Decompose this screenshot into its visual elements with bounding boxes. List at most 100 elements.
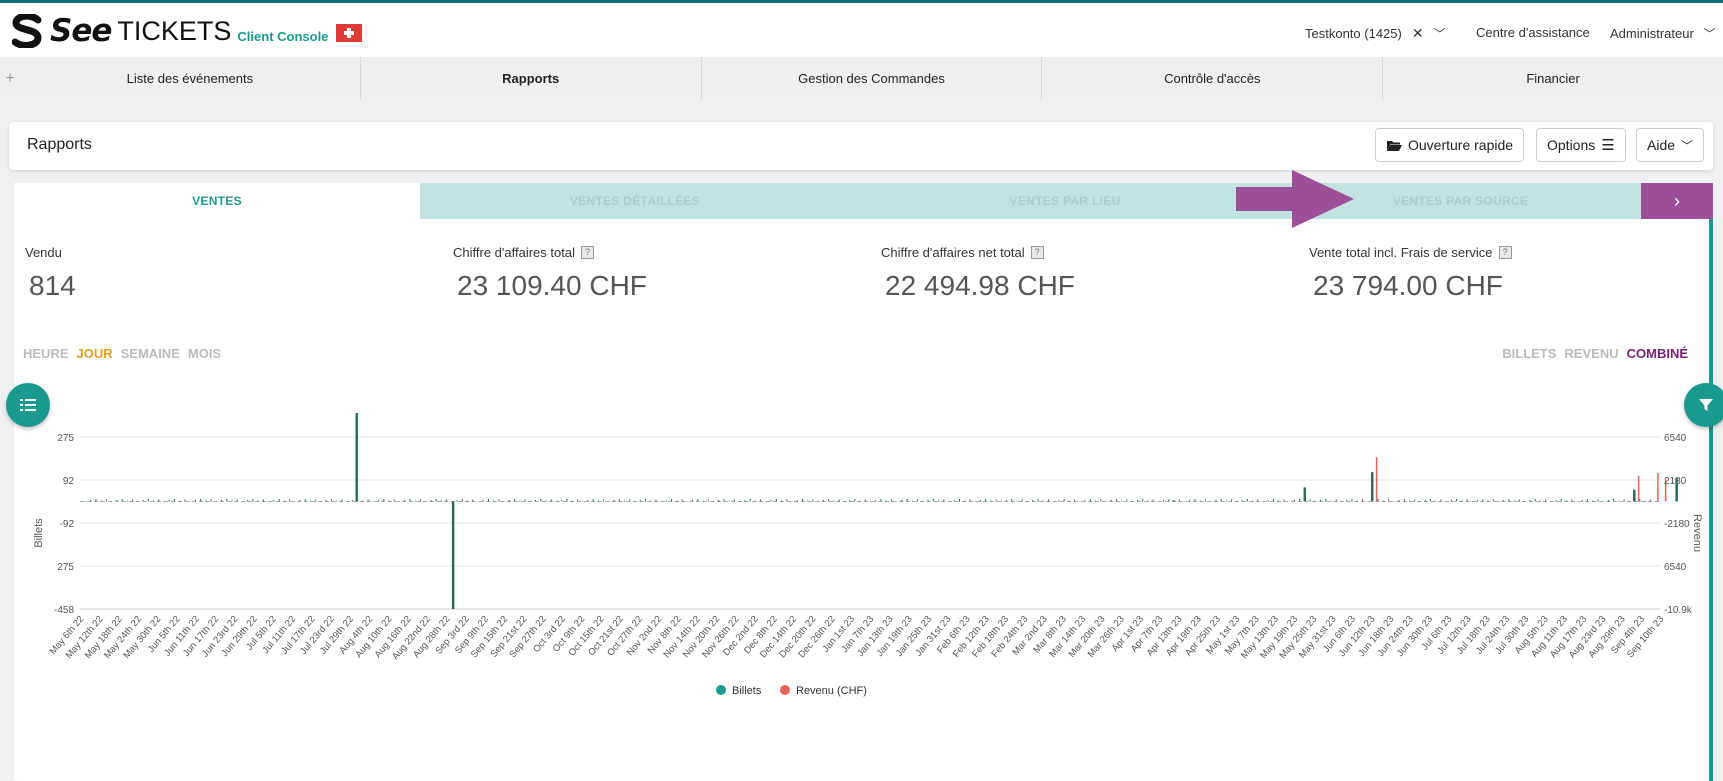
info-icon[interactable]: ?: [1030, 246, 1044, 259]
tickets-bar-small: [278, 499, 280, 502]
options-button[interactable]: Options ☰: [1536, 128, 1626, 162]
tickets-bar-small: [168, 500, 170, 502]
tickets-bar-small: [556, 501, 557, 502]
tickets-bar-small: [1586, 499, 1588, 502]
report-tabs: VENTES VENTES DÉTAILLÉES VENTES PAR LIEU…: [14, 183, 1713, 219]
filter-button[interactable]: [1684, 383, 1723, 427]
tickets-bar-small: [1592, 500, 1594, 502]
tickets-bar-small: [613, 500, 615, 502]
tickets-bar-small: [210, 499, 212, 502]
revenue-bar: [1375, 457, 1378, 502]
tickets-bar-small: [320, 501, 322, 502]
tickets-bar-small: [1576, 501, 1578, 502]
mode-tickets[interactable]: BILLETS: [1502, 346, 1556, 361]
tickets-bar-small: [990, 500, 992, 502]
y-tick-label: -92: [60, 519, 75, 530]
tickets-bar-small: [1639, 499, 1641, 502]
tickets-bar-small: [1361, 499, 1363, 502]
nav-item-reports[interactable]: Rapports: [361, 57, 702, 100]
tickets-bar-small: [1356, 500, 1358, 502]
admin-menu[interactable]: Administrateur ﹀: [1610, 25, 1715, 42]
tickets-bar-small: [1252, 500, 1254, 502]
tickets-bar-small: [1581, 500, 1583, 502]
account-selector[interactable]: Testkonto (1425) ✕ ﹀: [1305, 25, 1446, 42]
mode-combined[interactable]: COMBINÉ: [1627, 346, 1688, 361]
swiss-flag-icon: [336, 24, 363, 42]
tickets-bar-small: [1105, 501, 1107, 502]
quick-open-button[interactable]: Ouverture rapide: [1375, 128, 1525, 162]
tickets-bar-small: [1225, 500, 1227, 502]
folder-open-icon: [1387, 140, 1402, 151]
tickets-bar-small: [487, 499, 489, 502]
period-hour[interactable]: HEURE: [23, 346, 69, 361]
mode-selector: BILLETS REVENU COMBINÉ: [1502, 346, 1688, 361]
plus-icon[interactable]: +: [0, 57, 20, 100]
tickets-bar-small: [864, 499, 866, 502]
tickets-bar-small: [644, 499, 646, 502]
tickets-bar-small: [671, 499, 673, 502]
tickets-bar-small: [393, 499, 395, 502]
page-header: Rapports Ouverture rapide Options ☰ Aide…: [9, 122, 1713, 170]
tickets-bar-small: [116, 500, 118, 502]
logo[interactable]: See TICKETS Client Console: [12, 11, 363, 51]
tickets-bar-small: [1628, 501, 1630, 502]
tickets-bar-small: [226, 499, 228, 502]
tickets-bar-small: [979, 500, 981, 502]
tab-sales-by-venue[interactable]: VENTES PAR LIEU: [850, 183, 1280, 219]
legend-revenue-label[interactable]: Revenu (CHF): [796, 685, 867, 697]
close-icon[interactable]: ✕: [1412, 25, 1424, 42]
tickets-bar-small: [624, 500, 626, 502]
stat-sold: Vendu 814: [25, 245, 76, 302]
tickets-bar-small: [1157, 501, 1159, 502]
tickets-bar-small: [1487, 500, 1489, 502]
tickets-bar-small: [1168, 499, 1170, 502]
tickets-bar-small: [550, 499, 552, 502]
tickets-bar-small: [639, 500, 641, 502]
tickets-bar-small: [754, 500, 756, 502]
tickets-bar-small: [608, 501, 610, 502]
period-month[interactable]: MOIS: [188, 346, 221, 361]
tickets-bar-small: [1110, 500, 1112, 502]
revenue-bar: [1657, 472, 1659, 502]
help-button[interactable]: Aide ﹀: [1636, 128, 1705, 162]
nav-item-orders[interactable]: Gestion des Commandes: [702, 57, 1043, 100]
tab-sales[interactable]: VENTES: [14, 183, 420, 219]
tickets-bar-small: [173, 499, 175, 502]
help-center-link[interactable]: Centre d'assistance: [1476, 25, 1590, 40]
tickets-bar-small: [341, 499, 343, 502]
tickets-bar-small: [1053, 501, 1055, 502]
tickets-bar-small: [1571, 499, 1573, 502]
tickets-bar-small: [1377, 499, 1379, 502]
legend-tickets-label[interactable]: Billets: [732, 685, 762, 697]
tickets-bar-small: [273, 500, 275, 502]
period-day[interactable]: JOUR: [77, 346, 113, 361]
chevron-down-icon[interactable]: ﹀: [1434, 25, 1446, 42]
tickets-bar-small: [1136, 500, 1138, 502]
tickets-bar-small: [660, 501, 662, 502]
period-week[interactable]: SEMAINE: [121, 346, 180, 361]
tickets-bar: [1303, 487, 1307, 502]
info-icon[interactable]: ?: [1498, 246, 1512, 259]
list-menu-button[interactable]: [6, 383, 50, 427]
chevron-right-icon[interactable]: ›: [1641, 183, 1713, 219]
mode-revenue[interactable]: REVENU: [1564, 346, 1618, 361]
tickets-bar-small: [1545, 499, 1547, 502]
tickets-bar: [1633, 489, 1636, 502]
nav-item-financial[interactable]: Financier: [1383, 57, 1723, 100]
tab-detailed-sales[interactable]: VENTES DÉTAILLÉES: [420, 183, 850, 219]
tickets-bar-small: [943, 499, 945, 502]
tickets-bar-small: [1011, 499, 1013, 502]
nav-item-events[interactable]: Liste des événements: [20, 57, 361, 100]
tickets-bar-small: [1424, 500, 1426, 502]
tickets-bar-small: [137, 501, 139, 502]
nav-item-access-control[interactable]: Contrôle d'accès: [1042, 57, 1384, 100]
main-nav: + Liste des événements Rapports Gestion …: [0, 57, 1723, 100]
info-icon[interactable]: ?: [580, 246, 594, 259]
tickets-bar-small: [315, 499, 317, 502]
tickets-bar-small: [1513, 500, 1515, 502]
tickets-bar-small: [911, 500, 913, 502]
tickets-bar-small: [404, 500, 406, 502]
tickets-bar-small: [1346, 500, 1348, 502]
tickets-bar-small: [1257, 499, 1259, 502]
revenue-bar: [1637, 475, 1640, 502]
